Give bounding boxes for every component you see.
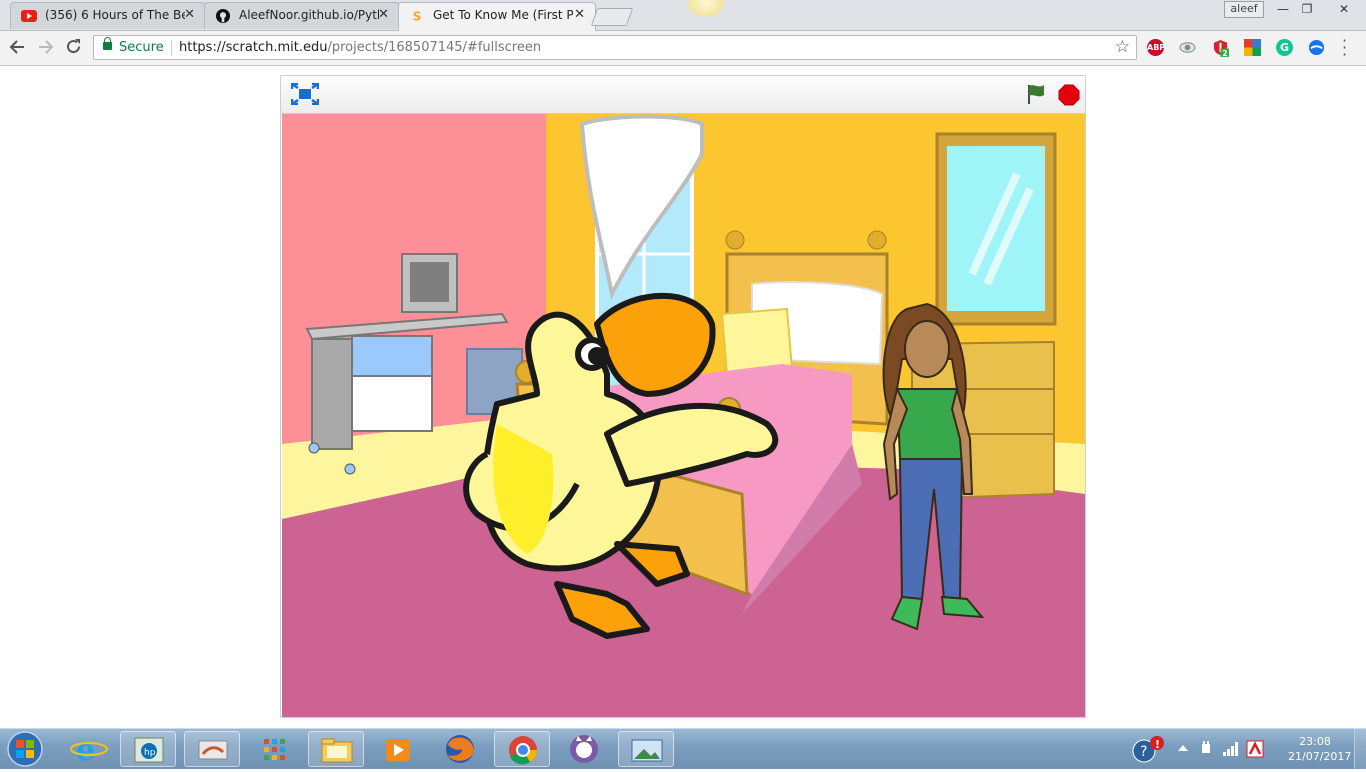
green-flag-icon[interactable] <box>1025 83 1047 105</box>
svg-text:e: e <box>76 733 95 767</box>
browser-menu-icon[interactable]: · · · <box>1342 33 1347 63</box>
globe-extension-icon[interactable] <box>1308 39 1325 56</box>
grammarly-icon[interactable]: G <box>1276 39 1293 56</box>
clock-date: 21/07/2017 <box>1288 750 1352 763</box>
tab-close-button[interactable]: ✕ <box>378 7 389 22</box>
security-label: Secure <box>119 40 164 55</box>
tab-github[interactable]: AleefNoor.github.io/Pyth ✕ <box>204 2 400 29</box>
eye-extension-icon[interactable] <box>1179 39 1196 56</box>
url-text[interactable]: https://scratch.mit.edu/projects/1685071… <box>179 40 541 55</box>
wallpaper-glow <box>686 0 726 18</box>
close-window-button[interactable]: ✕ <box>1324 0 1364 18</box>
power-plug-icon[interactable] <box>1198 741 1214 757</box>
hp-icon[interactable]: hp <box>120 731 176 767</box>
presentation-icon[interactable] <box>184 731 240 767</box>
apps-grid-icon[interactable] <box>246 731 302 767</box>
system-clock[interactable]: 23:08 21/07/2017 <box>1288 734 1352 764</box>
svg-text:hp: hp <box>144 748 156 758</box>
new-tab-button[interactable] <box>590 8 634 26</box>
bookmark-star-icon[interactable]: ☆ <box>1115 37 1130 57</box>
duck-sprite[interactable] <box>457 284 802 644</box>
profile-button[interactable]: aleef <box>1224 1 1264 18</box>
url-path: /projects/168507145/#fullscreen <box>327 40 542 55</box>
divider <box>171 40 172 56</box>
clock-time: 23:08 <box>1299 735 1331 748</box>
tab-title: Get To Know Me (First Pr <box>433 8 573 22</box>
network-signal-icon[interactable] <box>1222 740 1240 756</box>
notification-badge: ! <box>1155 738 1160 751</box>
media-player-icon[interactable] <box>370 731 426 767</box>
scratch-icon: S <box>413 9 422 23</box>
lock-icon <box>103 37 112 50</box>
github-icon <box>216 9 230 23</box>
address-bar[interactable]: Secure https://scratch.mit.edu/projects/… <box>93 35 1137 60</box>
project-stage[interactable] <box>282 114 1085 717</box>
tab-close-button[interactable]: ✕ <box>184 7 195 22</box>
back-icon[interactable] <box>8 39 26 55</box>
firefox-icon[interactable] <box>432 731 488 767</box>
extension-badge: 2 <box>1222 49 1227 58</box>
restore-button[interactable]: ❐ <box>1294 0 1320 18</box>
tab-title: AleefNoor.github.io/Pyth <box>239 8 379 22</box>
start-button-icon[interactable] <box>4 730 46 768</box>
reload-icon[interactable] <box>65 38 82 55</box>
adblock-plus-icon[interactable]: ABP <box>1147 39 1165 56</box>
browser-toolbar: Secure https://scratch.mit.edu/projects/… <box>0 31 1366 66</box>
stop-sign-icon[interactable] <box>1058 84 1080 106</box>
forward-icon[interactable] <box>37 39 55 55</box>
antivirus-icon[interactable] <box>1246 740 1264 758</box>
ie-icon[interactable]: e <box>62 731 118 768</box>
tab-title: (356) 6 Hours of The Best <box>45 8 185 22</box>
scratch-player <box>280 75 1086 718</box>
tab-close-button[interactable]: ✕ <box>574 7 585 22</box>
action-center-icon[interactable]: ? ! <box>1130 735 1170 765</box>
github-desktop-icon[interactable] <box>556 731 612 767</box>
tab-scratch-project[interactable]: S Get To Know Me (First Pr ✕ <box>398 2 596 31</box>
youtube-icon <box>21 10 37 22</box>
chrome-icon[interactable] <box>494 731 550 767</box>
svg-text:S: S <box>413 9 422 23</box>
shield-extension-icon[interactable]: 2 <box>1212 39 1229 58</box>
file-explorer-icon[interactable] <box>308 731 364 767</box>
minimize-button[interactable]: — <box>1270 0 1296 18</box>
tab-strip: (356) 6 Hours of The Best ✕ AleefNoor.gi… <box>0 0 1366 31</box>
show-desktop-button[interactable] <box>1354 729 1366 769</box>
url-host: https://scratch.mit.edu <box>179 40 328 55</box>
windows-taskbar: e hp ? ! 23:08 21/07/2017 <box>0 728 1366 769</box>
puzzle-extension-icon[interactable] <box>1244 39 1261 56</box>
tab-youtube[interactable]: (356) 6 Hours of The Best ✕ <box>10 2 206 29</box>
photo-viewer-icon[interactable] <box>618 731 674 767</box>
exit-fullscreen-icon[interactable] <box>291 83 319 105</box>
girl-sprite[interactable] <box>872 299 987 639</box>
show-hidden-icons-icon[interactable] <box>1178 744 1188 752</box>
svg-text:?: ? <box>1140 744 1147 760</box>
player-controls <box>281 76 1085 114</box>
